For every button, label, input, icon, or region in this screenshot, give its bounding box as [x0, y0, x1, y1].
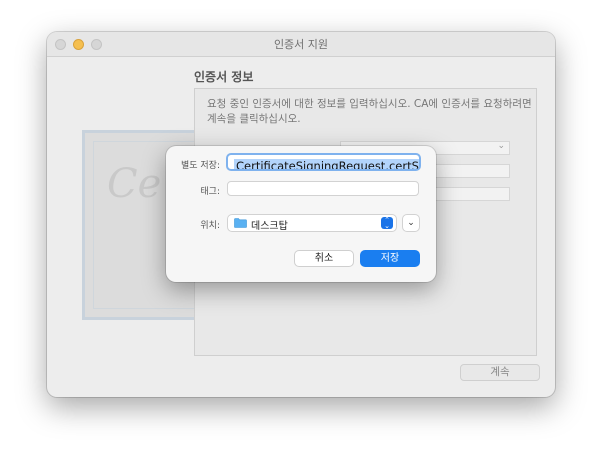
- where-value: 데스크탑: [251, 221, 288, 232]
- up-down-chevron-icon: ⌃ ⌄: [381, 217, 393, 230]
- save-as-label: 별도 저장:: [180, 161, 220, 171]
- section-heading: 인증서 정보: [194, 70, 254, 84]
- save-as-value: CertificateSigningRequest.certSign: [234, 159, 419, 169]
- tags-input[interactable]: [227, 181, 419, 196]
- save-as-input[interactable]: CertificateSigningRequest.certSign: [226, 153, 421, 171]
- instructions-text: 요청 중인 인증서에 대한 정보를 입력하십시오. CA에 인증서를 요청하려면…: [207, 98, 532, 125]
- window-title: 인증서 지원: [273, 38, 329, 51]
- continue-button[interactable]: 계속: [460, 364, 540, 381]
- certificate-script-graphic: Ce: [107, 161, 162, 207]
- save-button[interactable]: 저장: [360, 250, 420, 267]
- where-select[interactable]: 데스크탑 ⌃ ⌄: [227, 214, 397, 232]
- expand-dialog-button[interactable]: ⌄: [402, 214, 420, 232]
- tags-label: 태그:: [200, 187, 220, 197]
- chevron-down-icon: ⌄: [407, 218, 415, 228]
- title-bar: 인증서 지원: [47, 32, 555, 57]
- chevron-down-icon: ⌄: [497, 141, 505, 151]
- cancel-button[interactable]: 취소: [294, 250, 354, 267]
- where-label: 위치:: [200, 221, 220, 231]
- save-dialog: 별도 저장: CertificateSigningRequest.certSig…: [166, 146, 436, 282]
- folder-icon: [234, 218, 247, 228]
